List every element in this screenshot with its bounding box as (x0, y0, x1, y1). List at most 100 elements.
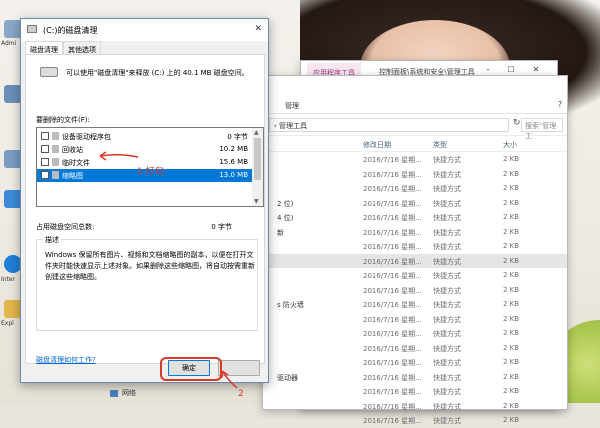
annotation-step1: 1.打勾 (137, 167, 164, 177)
row-type: 快捷方式 (433, 243, 461, 251)
dialog-titlebar[interactable]: (C:)的磁盘清理 ✕ (21, 19, 268, 41)
table-row[interactable]: 2016/7/16 星期... 快捷方式 2 KB (263, 181, 567, 196)
disk-cleanup-dialog[interactable]: (C:)的磁盘清理 ✕ 磁盘清理 其他选项 可以使用"磁盘清理"来释放 (C:)… (20, 18, 269, 383)
row-type: 快捷方式 (433, 156, 461, 164)
row-type: 快捷方式 (433, 373, 461, 382)
description-title: 描述 (43, 235, 61, 245)
explorer-titlebar[interactable] (263, 76, 567, 98)
list-item[interactable]: 设备驱动程序包 0 字节 (37, 130, 252, 143)
row-date: 2016/7/16 星期... (363, 373, 422, 382)
nav-network[interactable]: 网络 (110, 388, 136, 398)
row-type: 快捷方式 (433, 301, 461, 309)
row-type: 快捷方式 (433, 228, 461, 237)
column-size[interactable]: 大小 (503, 140, 517, 150)
ribbon-tab-manage[interactable]: 管理 (285, 101, 299, 111)
table-row[interactable]: 2016/7/16 星期... 快捷方式 2 KB (263, 413, 567, 428)
row-size: 2 KB (503, 314, 520, 323)
checkbox[interactable] (41, 145, 49, 153)
row-type: 快捷方式 (433, 315, 461, 324)
minimize-icon[interactable]: – (483, 65, 493, 75)
row-type: 快捷方式 (433, 330, 461, 338)
row-date: 2016/7/16 星期... (363, 170, 422, 179)
row-date: 2016/7/16 星期... (363, 388, 422, 396)
column-date[interactable]: 修改日期 (363, 140, 391, 150)
checkbox[interactable]: ✓ (41, 171, 49, 179)
table-row[interactable]: 2016/7/16 星期... 快捷方式 2 KB (263, 384, 567, 399)
table-row[interactable]: 2016/7/16 星期... 快捷方式 2 KB (263, 283, 567, 298)
annotation-ok-highlight (160, 357, 222, 381)
table-row[interactable]: 2016/7/16 星期... 快捷方式 2 KB (263, 239, 567, 254)
explorer-ribbon: 管理 ? (263, 98, 567, 114)
row-type: 快捷方式 (433, 344, 461, 353)
file-type-icon (52, 158, 59, 166)
table-row[interactable]: 2016/7/16 星期... 快捷方式 2 KB (263, 312, 567, 327)
table-row[interactable]: 2016/7/16 星期... 快捷方式 2 KB (263, 399, 567, 414)
row-size: 2 KB (503, 300, 520, 308)
row-date: 2016/7/16 星期... (363, 228, 422, 237)
row-type: 快捷方式 (433, 185, 461, 193)
row-type: 快捷方式 (433, 286, 461, 295)
file-type-icon (52, 132, 59, 140)
file-name: 缩略图 (62, 172, 83, 180)
row-name-fragment: 驱动器 (277, 373, 298, 382)
row-type: 快捷方式 (433, 388, 461, 396)
address-input[interactable]: › 管理工具 (269, 118, 509, 132)
files-to-delete-label: 要删除的文件(F): (36, 116, 90, 124)
file-type-icon (52, 171, 59, 179)
row-size: 2 KB (503, 329, 520, 337)
list-item[interactable]: 回收站 10.2 MB (37, 143, 252, 156)
row-date: 2016/7/16 星期... (363, 156, 422, 164)
table-row[interactable]: s 防火墙 2016/7/16 星期... 快捷方式 2 KB (263, 297, 567, 312)
explorer-window[interactable]: 管理 ? › 管理工具 ↻ 搜索"管理工 修改日期 类型 大小 2016/7/1… (262, 75, 568, 425)
row-date: 2016/7/16 星期... (363, 199, 422, 208)
row-date: 2016/7/16 星期... (363, 243, 422, 251)
close-icon[interactable]: ✕ (531, 65, 541, 75)
row-size: 2 KB (503, 416, 520, 424)
file-size: 0 字节 (227, 133, 248, 141)
column-type[interactable]: 类型 (433, 140, 447, 150)
description-text: Windows 保留所有图片、视频和文档缩略图的副本，以便在打开文件夹时能快速显… (45, 251, 255, 281)
checkbox[interactable] (41, 158, 49, 166)
checkbox[interactable] (41, 132, 49, 140)
table-row[interactable]: 2016/7/16 星期... 快捷方式 2 KB (263, 253, 567, 268)
row-name-fragment: s 防火墙 (277, 301, 304, 309)
maximize-icon[interactable]: ☐ (506, 65, 516, 75)
scrollbar-thumb[interactable] (254, 138, 261, 180)
tab-more-options[interactable]: 其他选项 (63, 41, 101, 55)
scroll-up-icon[interactable]: ▲ (254, 129, 259, 136)
table-row[interactable]: 驱动器 2016/7/16 星期... 快捷方式 2 KB (263, 370, 567, 385)
table-row[interactable]: 新 2016/7/16 星期... 快捷方式 2 KB (263, 225, 567, 240)
row-type: 快捷方式 (433, 257, 461, 266)
scroll-down-icon[interactable]: ▼ (254, 198, 259, 205)
description-group: 描述 Windows 保留所有图片、视频和文档缩略图的副本，以便在打开文件夹时能… (36, 235, 258, 331)
row-date: 2016/7/16 星期... (363, 185, 422, 193)
row-size: 2 KB (503, 387, 520, 395)
help-link[interactable]: 磁盘清理如何工作? (36, 355, 96, 365)
help-icon[interactable]: ? (555, 100, 565, 110)
table-row[interactable]: 2016/7/16 星期... 快捷方式 2 KB (263, 268, 567, 283)
row-name-fragment: 新 (277, 228, 284, 237)
table-row[interactable]: 2016/7/16 星期... 快捷方式 2 KB (263, 167, 567, 182)
row-size: 2 KB (503, 343, 520, 352)
list-scrollbar[interactable]: ▲ ▼ (252, 128, 263, 206)
table-row[interactable]: 2 位) 2016/7/16 星期... 快捷方式 2 KB (263, 196, 567, 211)
file-size: 10.2 MB (219, 145, 248, 153)
row-type: 快捷方式 (433, 199, 461, 208)
row-size: 2 KB (503, 213, 520, 221)
row-type: 快捷方式 (433, 214, 461, 222)
table-row[interactable]: 2016/7/16 星期... 快捷方式 2 KB (263, 355, 567, 370)
desktop-ie-label: Inter (1, 276, 16, 283)
row-date: 2016/7/16 星期... (363, 402, 422, 411)
refresh-icon[interactable]: ↻ (513, 118, 521, 128)
column-header: 修改日期 类型 大小 (263, 136, 567, 152)
table-row[interactable]: 2016/7/16 星期... 快捷方式 2 KB (263, 326, 567, 341)
table-row[interactable]: 2016/7/16 星期... 快捷方式 2 KB (263, 341, 567, 356)
space-gained-value: 0 字节 (211, 223, 232, 231)
close-icon[interactable]: ✕ (254, 24, 262, 34)
tab-disk-cleanup[interactable]: 磁盘清理 (25, 41, 63, 55)
table-row[interactable]: 2016/7/16 星期... 快捷方式 2 KB (263, 152, 567, 167)
table-row[interactable]: 4 位) 2016/7/16 星期... 快捷方式 2 KB (263, 210, 567, 225)
row-date: 2016/7/16 星期... (363, 344, 422, 353)
search-input[interactable]: 搜索"管理工 (521, 118, 563, 140)
cancel-button[interactable] (218, 360, 260, 376)
